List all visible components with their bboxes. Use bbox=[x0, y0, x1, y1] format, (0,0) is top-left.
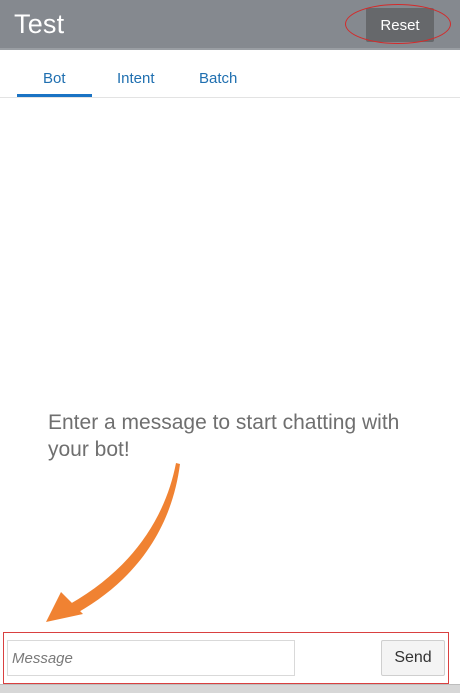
message-composer: Send bbox=[3, 632, 449, 684]
send-button[interactable]: Send bbox=[381, 640, 445, 676]
annotation-arrow-icon bbox=[46, 463, 180, 622]
message-input[interactable] bbox=[7, 640, 295, 676]
